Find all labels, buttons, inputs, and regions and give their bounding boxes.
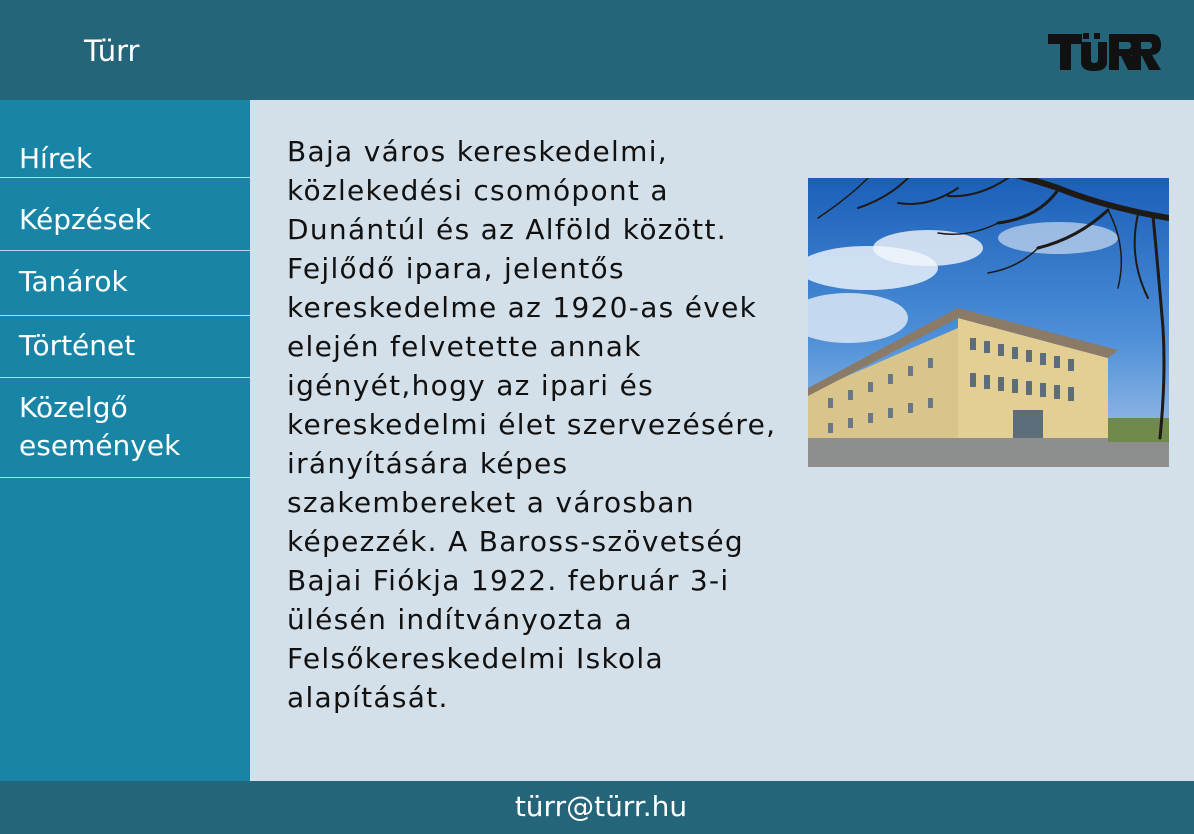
site-title: Türr	[84, 34, 140, 68]
sidebar-nav: Hírek Képzések Tanárok Történet Közelgő …	[0, 100, 250, 781]
sidebar-item-tanarok[interactable]: Tanárok	[0, 263, 250, 316]
contact-email-link[interactable]: türr@türr.hu	[0, 788, 1194, 826]
sidebar-item-hirek[interactable]: Hírek	[0, 140, 250, 178]
school-building-photo	[808, 178, 1169, 467]
sidebar-item-tortenet[interactable]: Történet	[0, 327, 250, 378]
turr-logo[interactable]	[1046, 30, 1162, 74]
footer: türr@türr.hu	[0, 781, 1194, 834]
sidebar-item-kozelgo-esemenyek[interactable]: Közelgő események	[0, 389, 250, 478]
header: Türr	[0, 0, 1194, 100]
sidebar-item-kepzesek[interactable]: Képzések	[0, 201, 250, 251]
history-article-text: Baja város kereskedelmi, közlekedési cso…	[287, 135, 777, 714]
main-content: Baja város kereskedelmi, közlekedési cso…	[250, 100, 1194, 781]
